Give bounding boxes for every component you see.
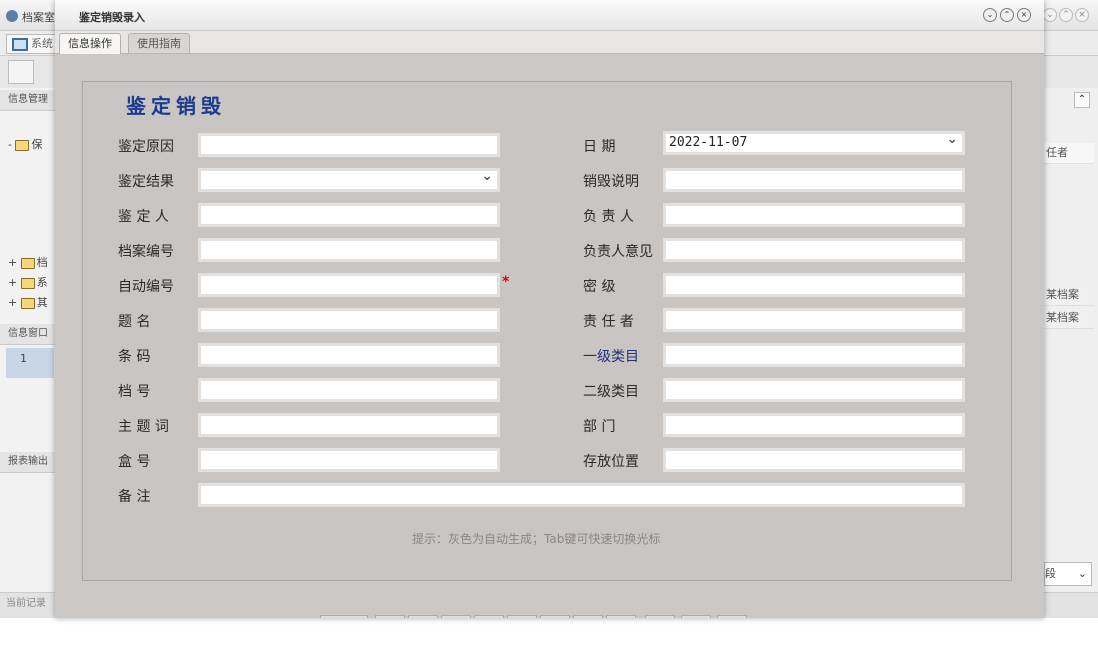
label-person-opinion: 负责人意见	[583, 244, 653, 260]
remarks-input[interactable]	[198, 483, 965, 507]
label-appraisal-result: 鉴定结果	[118, 174, 174, 190]
app-expand-icon[interactable]: ⌃	[1059, 8, 1073, 22]
right-select[interactable]: 段 ⌄	[1044, 562, 1092, 586]
folder-icon	[20, 297, 35, 309]
barcode-input[interactable]	[198, 343, 500, 367]
action-button[interactable]	[375, 615, 405, 618]
app-tab-label: 系统	[31, 37, 53, 50]
auto-number-input[interactable]	[198, 273, 500, 297]
app-collapse-icon[interactable]: ⌄	[1043, 8, 1057, 22]
appraisal-result-select[interactable]	[198, 167, 500, 192]
appraisal-reason-input[interactable]	[198, 133, 500, 157]
dialog-titlebar: 鉴定销毁录入 ⌄ ⌃ ×	[55, 0, 1044, 31]
destroy-note-input[interactable]	[663, 168, 965, 192]
label-box-number: 盒 号	[118, 454, 151, 470]
label-appraisal-reason: 鉴定原因	[118, 139, 174, 155]
dialog-collapse-icon[interactable]: ⌄	[983, 8, 997, 22]
secondary-category-input[interactable]	[663, 378, 965, 402]
app-close-icon[interactable]: ×	[1075, 8, 1089, 22]
tree-item[interactable]: + 其	[8, 294, 48, 310]
label-file-number: 档 号	[118, 384, 151, 400]
dialog-title: 鉴定销毁录入	[79, 11, 145, 24]
file-number-input[interactable]	[198, 378, 500, 402]
action-button[interactable]	[507, 615, 537, 618]
person-in-charge-input[interactable]	[663, 203, 965, 227]
title-input[interactable]	[198, 308, 500, 332]
grid-cell: 某档案	[1044, 285, 1094, 306]
app-right-pane: ⌃ 任者 某档案 某档案 段 ⌄	[1044, 88, 1098, 618]
folder-icon	[20, 257, 35, 269]
action-button[interactable]	[606, 615, 636, 618]
label-security-level: 密 级	[583, 279, 616, 295]
person-opinion-input[interactable]	[663, 238, 965, 262]
grid-cell: 某档案	[1044, 308, 1094, 329]
form-hint: 提示：灰色为自动生成；Tab键可快速切换光标	[412, 532, 661, 546]
grid-row-selected[interactable]: 1	[6, 348, 54, 378]
label-auto-number: 自动编号	[118, 279, 174, 295]
form-heading: 鉴定销毁	[126, 94, 226, 118]
appraisal-destroy-dialog: 鉴定销毁录入 ⌄ ⌃ × 信息操作 使用指南 鉴定销毁 鉴定原因 鉴定结果 鉴 …	[55, 0, 1044, 618]
search-button[interactable]	[8, 60, 34, 84]
action-button[interactable]	[645, 615, 675, 618]
label-title: 题 名	[118, 314, 151, 330]
tab-info-operation[interactable]: 信息操作	[59, 33, 121, 54]
label-storage-location: 存放位置	[583, 454, 639, 470]
label-archive-number: 档案编号	[118, 244, 174, 260]
action-button[interactable]	[320, 615, 368, 618]
row-number: 1	[20, 352, 27, 365]
subject-words-input[interactable]	[198, 413, 500, 437]
action-button[interactable]	[717, 615, 747, 618]
label-secondary-category: 二级类目	[583, 384, 639, 400]
dialog-tabs: 信息操作 使用指南	[55, 31, 1044, 54]
grid-header-responsible: 任者	[1044, 143, 1094, 164]
label-subject-words: 主 题 词	[118, 419, 169, 435]
action-button[interactable]	[681, 615, 711, 618]
action-button[interactable]	[408, 615, 438, 618]
app-left-pane: 信息管理 - 保 + 档 + 系 + 其 信息窗口 1 报表输出	[0, 88, 64, 618]
date-select[interactable]: 2022-11-07	[663, 130, 965, 155]
dialog-expand-icon[interactable]: ⌃	[1000, 8, 1014, 22]
tab-user-guide[interactable]: 使用指南	[128, 33, 190, 53]
action-button[interactable]	[441, 615, 471, 618]
storage-location-input[interactable]	[663, 448, 965, 472]
collapse-up-icon[interactable]: ⌃	[1074, 92, 1090, 108]
appraiser-input[interactable]	[198, 203, 500, 227]
label-remarks: 备 注	[118, 489, 151, 505]
department-input[interactable]	[663, 413, 965, 437]
label-appraiser: 鉴 定 人	[118, 209, 169, 225]
security-level-input[interactable]	[663, 273, 965, 297]
label-responsible-party: 责 任 者	[583, 314, 634, 330]
archive-number-input[interactable]	[198, 238, 500, 262]
folder-icon	[20, 277, 35, 289]
tree-item[interactable]: + 系	[8, 274, 48, 290]
action-button[interactable]	[573, 615, 603, 618]
label-destroy-note: 销毁说明	[583, 174, 639, 190]
primary-category-input[interactable]	[663, 343, 965, 367]
label-primary-category[interactable]: 一级类目	[583, 346, 639, 366]
label-person-in-charge: 负 责 人	[583, 209, 634, 225]
responsible-party-input[interactable]	[663, 308, 965, 332]
required-asterisk: *	[502, 274, 510, 290]
label-date: 日 期	[583, 139, 616, 155]
chevron-down-icon: ⌄	[1077, 567, 1087, 580]
app-logo-icon	[6, 10, 18, 22]
dialog-close-icon[interactable]: ×	[1017, 8, 1031, 22]
box-number-input[interactable]	[198, 448, 500, 472]
app-title: 档案室	[22, 11, 55, 24]
action-button[interactable]	[474, 615, 504, 618]
monitor-icon	[12, 38, 28, 51]
label-barcode: 条 码	[118, 349, 151, 365]
tree-item[interactable]: - 保	[8, 136, 42, 152]
form-panel: 鉴定销毁 鉴定原因 鉴定结果 鉴 定 人 档案编号 自动编号 * 题 名 条 码…	[82, 81, 1012, 581]
tree-item[interactable]: + 档	[8, 254, 48, 270]
action-button[interactable]	[540, 615, 570, 618]
right-select-value: 段	[1045, 567, 1056, 580]
folder-icon	[15, 139, 30, 151]
label-department: 部 门	[583, 419, 616, 435]
